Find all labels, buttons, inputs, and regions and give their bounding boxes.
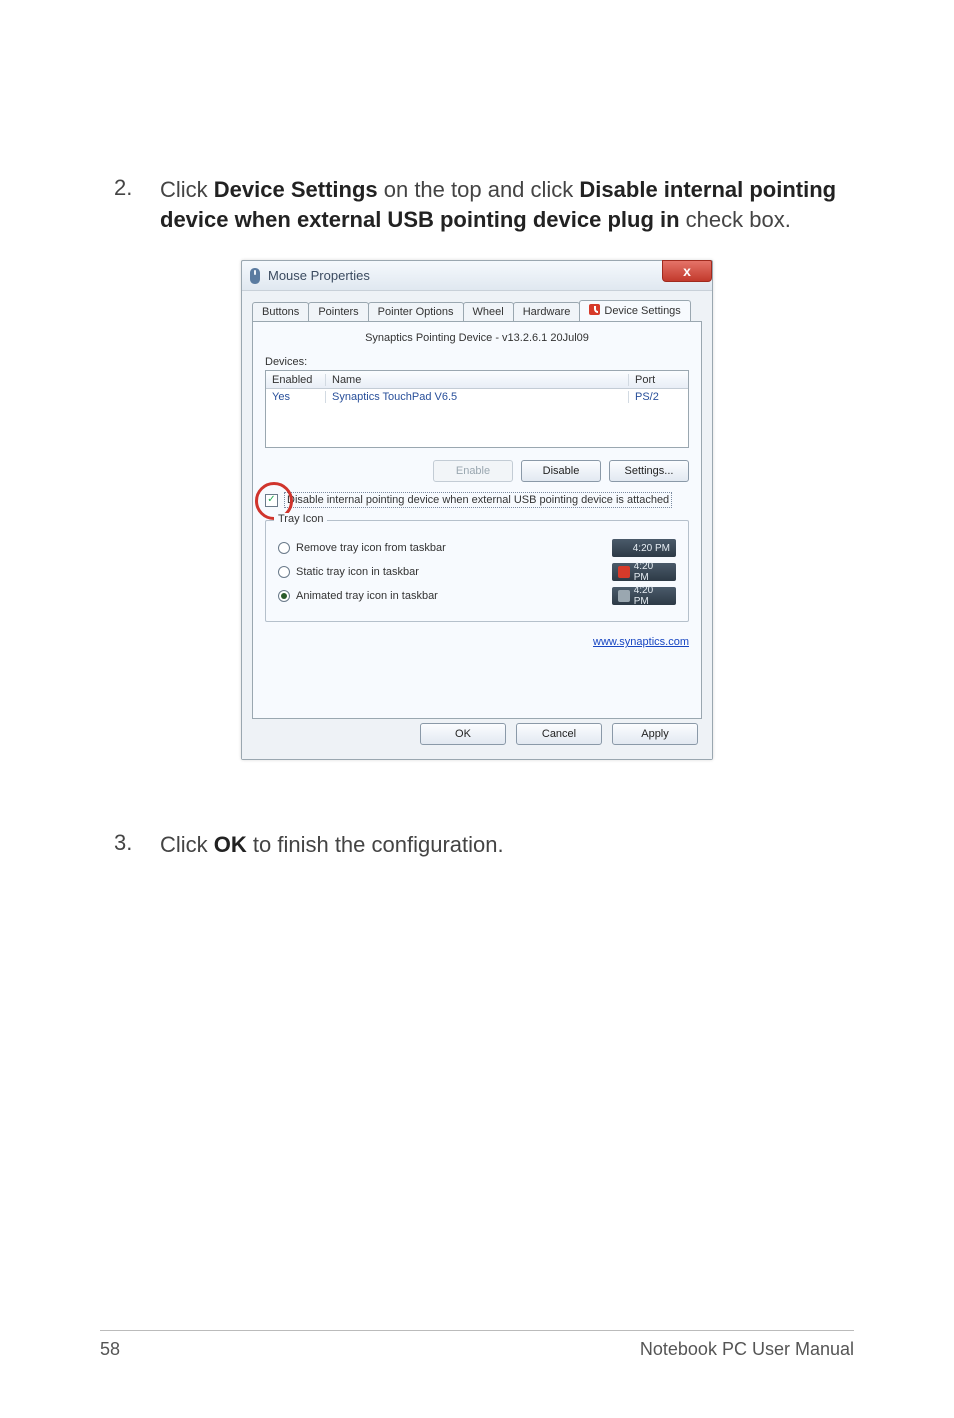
s3-bold1: OK <box>214 832 247 857</box>
footer-title: Notebook PC User Manual <box>640 1339 854 1360</box>
devices-list[interactable]: Enabled Name Port Yes Synaptics TouchPad… <box>265 370 689 448</box>
tray-preview-static: 4:20 PM <box>612 563 676 581</box>
synaptics-icon <box>589 304 600 315</box>
page-footer: 58 Notebook PC User Manual <box>100 1330 854 1360</box>
row-name: Synaptics TouchPad V6.5 <box>326 391 628 403</box>
dialog-bottom-buttons: OK Cancel Apply <box>256 723 698 745</box>
s2-post: check box. <box>680 207 791 232</box>
tab-pointer-options[interactable]: Pointer Options <box>368 302 464 321</box>
tray-static-icon <box>618 566 630 578</box>
radio-static-label: Static tray icon in taskbar <box>296 566 419 578</box>
settings-button[interactable]: Settings... <box>609 460 689 482</box>
radio-static[interactable] <box>278 566 290 578</box>
close-icon: x <box>683 263 691 279</box>
tab-hardware[interactable]: Hardware <box>513 302 581 321</box>
devices-header: Enabled Name Port <box>266 371 688 389</box>
radio-animated-label: Animated tray icon in taskbar <box>296 590 438 602</box>
tab-pointers[interactable]: Pointers <box>308 302 368 321</box>
step-2-text: Click Device Settings on the top and cli… <box>160 175 854 234</box>
row-enabled: Yes <box>266 391 326 403</box>
close-button[interactable]: x <box>662 260 712 282</box>
row-port: PS/2 <box>628 391 688 403</box>
titlebar: Mouse Properties x <box>242 261 712 291</box>
col-enabled: Enabled <box>266 374 326 386</box>
radio-remove-label: Remove tray icon from taskbar <box>296 542 446 554</box>
tray-time-3: 4:20 PM <box>634 585 670 607</box>
device-row[interactable]: Yes Synaptics TouchPad V6.5 PS/2 <box>266 389 688 405</box>
cancel-button[interactable]: Cancel <box>516 723 602 745</box>
tab-device-settings[interactable]: Device Settings <box>579 300 690 321</box>
tray-preview-animated: 4:20 PM <box>612 587 676 605</box>
col-name: Name <box>326 374 628 386</box>
tray-time-2: 4:20 PM <box>634 561 670 583</box>
mouse-icon <box>248 267 262 285</box>
step-3-text: Click OK to finish the configuration. <box>160 830 854 860</box>
panel-subtitle: Synaptics Pointing Device - v13.2.6.1 20… <box>265 332 689 344</box>
synaptics-link-row: www.synaptics.com <box>265 636 689 648</box>
radio-remove[interactable] <box>278 542 290 554</box>
disable-internal-checkbox-row[interactable]: ✓ Disable internal pointing device when … <box>265 492 689 508</box>
radio-animated[interactable] <box>278 590 290 602</box>
step-2: 2. Click Device Settings on the top and … <box>100 175 854 234</box>
tray-group-title: Tray Icon <box>274 513 327 525</box>
tray-time-1: 4:20 PM <box>633 543 670 554</box>
col-port: Port <box>628 374 688 386</box>
step-3: 3. Click OK to finish the configuration. <box>100 830 854 860</box>
tab-strip: Buttons Pointers Pointer Options Wheel H… <box>252 299 702 321</box>
s2-pre: Click <box>160 177 214 202</box>
mouse-properties-dialog: Mouse Properties x Buttons Pointers Poin… <box>241 260 713 760</box>
tray-icon-group: Tray Icon Remove tray icon from taskbar … <box>265 520 689 622</box>
tray-animated-icon <box>618 590 630 602</box>
enable-button: Enable <box>433 460 513 482</box>
tray-opt-static-row[interactable]: Static tray icon in taskbar 4:20 PM <box>278 563 676 581</box>
s2-mid1: on the top and click <box>378 177 580 202</box>
tab-panel-device-settings: Synaptics Pointing Device - v13.2.6.1 20… <box>252 321 702 719</box>
s3-post: to finish the configuration. <box>247 832 504 857</box>
s2-bold1: Device Settings <box>214 177 378 202</box>
apply-button[interactable]: Apply <box>612 723 698 745</box>
tab-wheel[interactable]: Wheel <box>463 302 514 321</box>
dialog-title: Mouse Properties <box>268 268 370 283</box>
disable-button[interactable]: Disable <box>521 460 601 482</box>
step-3-number: 3. <box>100 830 160 860</box>
device-button-row: Enable Disable Settings... <box>265 460 689 482</box>
page-number: 58 <box>100 1339 120 1360</box>
tray-preview-remove: 4:20 PM <box>612 539 676 557</box>
s3-pre: Click <box>160 832 214 857</box>
devices-label: Devices: <box>265 356 689 368</box>
tab-device-settings-label: Device Settings <box>604 305 680 317</box>
tab-buttons[interactable]: Buttons <box>252 302 309 321</box>
checkbox-label: Disable internal pointing device when ex… <box>284 492 672 508</box>
tray-opt-animated-row[interactable]: Animated tray icon in taskbar 4:20 PM <box>278 587 676 605</box>
tray-opt-remove-row[interactable]: Remove tray icon from taskbar 4:20 PM <box>278 539 676 557</box>
ok-button[interactable]: OK <box>420 723 506 745</box>
synaptics-link[interactable]: www.synaptics.com <box>593 636 689 648</box>
step-2-number: 2. <box>100 175 160 234</box>
